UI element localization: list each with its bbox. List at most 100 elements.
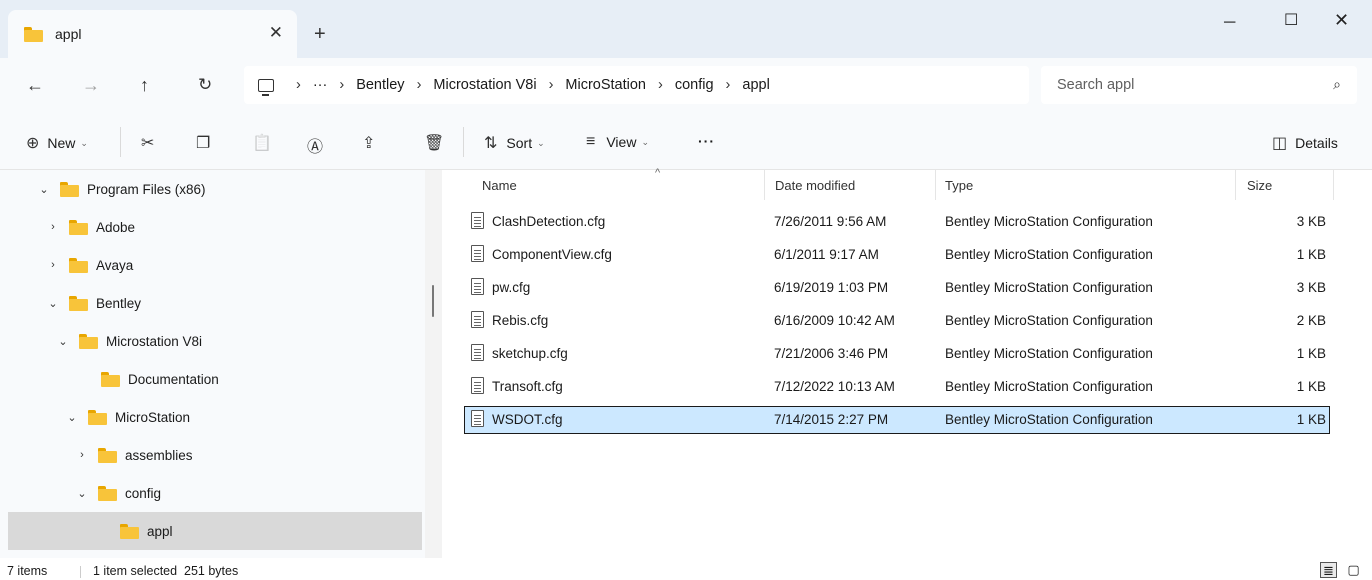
breadcrumb-microstation[interactable]: MicroStation [565,77,646,93]
forward-button[interactable]: → [82,75,100,95]
paste-button[interactable]: 📋 [252,133,272,153]
table-row[interactable]: ClashDetection.cfg 7/26/2011 9:56 AM Ben… [464,208,1330,236]
sort-icon: ⇅ [484,135,498,152]
column-divider[interactable] [1235,170,1236,200]
this-pc-icon[interactable] [258,78,274,96]
file-size: 1 KB [1296,412,1326,427]
tree-item-microstation-v8i[interactable]: ⌄ Microstation V8i [0,322,425,360]
table-row[interactable]: Transoft.cfg 7/12/2022 10:13 AM Bentley … [464,373,1330,401]
tree-item-microstation[interactable]: ⌄ MicroStation [0,398,425,436]
file-size: 2 KB [1296,313,1326,328]
breadcrumb-separator[interactable]: › [658,77,663,93]
breadcrumb-separator[interactable]: › [339,77,344,93]
scrollbar-thumb[interactable] [432,285,434,317]
search-icon[interactable]: ⌕ [1333,76,1341,93]
column-divider[interactable] [1333,170,1334,200]
search-input[interactable]: Search appl ⌕ [1041,66,1357,104]
file-icon [471,278,484,295]
tree-item-bentley[interactable]: ⌄ Bentley [0,284,425,322]
maximize-button[interactable]: ☐ [1284,10,1298,30]
table-row[interactable]: Rebis.cfg 6/16/2009 10:42 AM Bentley Mic… [464,307,1330,335]
tree-item-avaya[interactable]: › Avaya [0,246,425,284]
cut-button[interactable]: ✂ [141,133,154,153]
rename-icon: Ⓐ [307,139,324,156]
tree-item-adobe[interactable]: › Adobe [0,208,425,246]
tab-title: appl [55,26,82,42]
table-row[interactable]: sketchup.cfg 7/21/2006 3:46 PM Bentley M… [464,340,1330,368]
refresh-button[interactable]: ↻ [198,75,212,95]
column-header-type[interactable]: Type [945,170,1235,200]
chevron-down-icon[interactable]: ⌄ [64,411,80,424]
breadcrumb-separator[interactable]: › [726,77,731,93]
tree-item-config[interactable]: ⌄ config [0,474,425,512]
table-row-selected[interactable]: WSDOT.cfg 7/14/2015 2:27 PM Bentley Micr… [464,406,1330,434]
scissors-icon: ✂ [141,135,155,152]
tree-item-label: Documentation [128,371,219,387]
up-button[interactable]: ↑ [140,75,149,95]
sort-label: Sort [506,135,533,151]
chevron-down-icon[interactable]: ⌄ [74,487,90,500]
tree-item-label: config [125,485,162,501]
view-button[interactable]: ≡ View ⌄ [586,133,649,151]
breadcrumb-config[interactable]: config [675,77,714,93]
minimize-button[interactable]: ─ [1224,14,1235,32]
column-header-date[interactable]: Date modified [775,170,925,200]
tree-item-label: Microstation V8i [106,333,203,349]
folder-icon [79,333,98,349]
view-lines-icon: ≡ [586,133,596,150]
tree-item-label: Bentley [96,295,142,311]
back-button[interactable]: ← [26,75,44,95]
breadcrumb-appl[interactable]: appl [742,77,769,93]
breadcrumb-separator[interactable]: › [296,77,301,93]
delete-button[interactable]: 🗑 [424,133,444,153]
column-divider[interactable] [764,170,765,200]
details-button[interactable]: ◫ Details [1272,133,1338,153]
file-icon [471,377,484,394]
breadcrumb-separator[interactable]: › [549,77,554,93]
chevron-down-icon[interactable]: ⌄ [45,297,61,310]
table-row[interactable]: ComponentView.cfg 6/1/2011 9:17 AM Bentl… [464,241,1330,269]
close-tab-icon[interactable]: ✕ [269,23,283,43]
column-header-name[interactable]: Name ^ [482,167,762,200]
file-icon [471,212,484,229]
tree-item-label: assemblies [125,447,193,463]
file-date: 6/1/2011 9:17 AM [774,247,879,262]
file-type: Bentley MicroStation Configuration [945,379,1153,394]
file-date: 7/14/2015 2:27 PM [774,412,889,427]
breadcrumb-separator[interactable]: › [417,77,422,93]
breadcrumb-overflow[interactable]: ··· [313,77,328,93]
tree-item-program-files-x86[interactable]: ⌄ Program Files (x86) [0,170,425,208]
share-button[interactable]: ⇪ [362,133,375,153]
column-header-size[interactable]: Size [1247,170,1327,200]
file-size: 3 KB [1296,214,1326,229]
pane-splitter[interactable] [425,170,442,558]
tab-appl[interactable]: appl ✕ [8,10,297,58]
tree-item-label: MicroStation [115,409,191,425]
table-row[interactable]: pw.cfg 6/19/2019 1:03 PM Bentley MicroSt… [464,274,1330,302]
tree-item-documentation[interactable]: Documentation [0,360,425,398]
breadcrumb-bentley[interactable]: Bentley [356,77,404,93]
details-view-icon[interactable]: ≣ [1320,562,1337,578]
address-bar[interactable]: › ··· › Bentley › Microstation V8i › Mic… [244,66,1029,104]
folder-icon [101,371,120,387]
tiles-view-icon[interactable]: ▢ [1345,562,1362,578]
sort-button[interactable]: ⇅ Sort ⌄ [484,133,545,153]
chevron-down-icon: ⌄ [80,137,88,148]
close-window-button[interactable]: ✕ [1334,10,1349,31]
chevron-right-icon[interactable]: › [45,259,61,271]
chevron-down-icon[interactable]: ⌄ [36,183,52,196]
column-divider[interactable] [935,170,936,200]
chevron-right-icon[interactable]: › [74,449,90,461]
breadcrumb-microstation-v8i[interactable]: Microstation V8i [433,77,536,93]
new-button[interactable]: ⊕ New ⌄ [26,133,88,153]
tree-item-assemblies[interactable]: › assemblies [0,436,425,474]
tree-item-appl[interactable]: appl [8,512,422,550]
more-options-button[interactable]: ··· [698,133,715,149]
chevron-down-icon[interactable]: ⌄ [55,335,71,348]
copy-button[interactable]: ❐ [196,133,210,153]
rename-button[interactable]: Ⓐ [307,133,323,157]
folder-icon [88,409,107,425]
chevron-right-icon[interactable]: › [45,221,61,233]
new-tab-button[interactable]: + [314,24,326,44]
folder-icon [60,181,79,197]
